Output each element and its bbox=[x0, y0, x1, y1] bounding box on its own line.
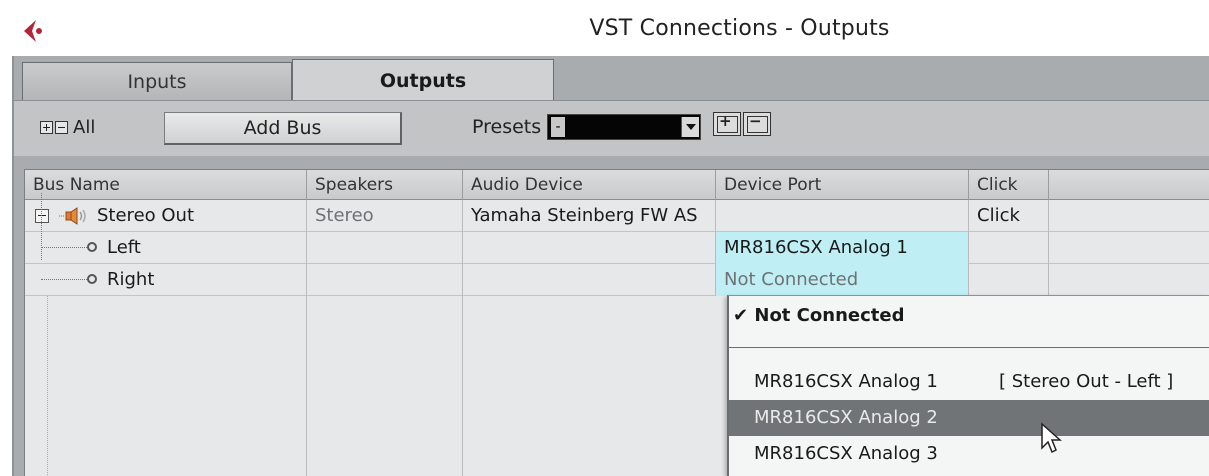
collapse-all-icon[interactable] bbox=[55, 121, 68, 134]
menu-separator bbox=[729, 347, 1209, 348]
table-row[interactable]: Right Not Connected bbox=[25, 264, 1209, 296]
store-preset-icon[interactable] bbox=[713, 112, 741, 136]
click-cell[interactable]: Click bbox=[969, 200, 1049, 232]
checkmark-icon: ✔ bbox=[733, 305, 749, 326]
expand-all-icon[interactable] bbox=[40, 121, 53, 134]
column-speakers[interactable]: Speakers bbox=[307, 170, 463, 200]
speaker-icon bbox=[59, 207, 86, 225]
click-cell bbox=[969, 232, 1049, 264]
device-port-cell-left[interactable]: MR816CSX Analog 1 bbox=[716, 232, 969, 264]
channel-name-cell: Right bbox=[25, 264, 307, 296]
table-row[interactable]: Stereo Out Stereo Yamaha Steinberg FW AS… bbox=[25, 200, 1209, 232]
tab-outputs[interactable]: Outputs bbox=[292, 59, 554, 101]
audio-device-cell bbox=[463, 232, 716, 264]
column-bus-name[interactable]: Bus Name bbox=[25, 170, 307, 200]
bus-name[interactable]: Stereo Out bbox=[97, 200, 194, 231]
audio-device-cell[interactable]: Yamaha Steinberg FW AS bbox=[463, 200, 716, 232]
add-bus-button[interactable]: Add Bus bbox=[164, 112, 402, 145]
menu-item-analog-3[interactable]: MR816CSX Analog 3 bbox=[729, 436, 1209, 472]
table-header: Bus Name Speakers Audio Device Device Po… bbox=[25, 170, 1209, 200]
bus-name-cell: Stereo Out bbox=[25, 200, 307, 232]
channel-pin-icon bbox=[87, 274, 97, 284]
remove-preset-icon[interactable] bbox=[743, 112, 771, 136]
column-audio-device[interactable]: Audio Device bbox=[463, 170, 716, 200]
channel-name-left[interactable]: Left bbox=[107, 232, 141, 263]
menu-item-analog-2[interactable]: MR816CSX Analog 2 bbox=[729, 400, 1209, 436]
table-row[interactable]: Left MR816CSX Analog 1 bbox=[25, 232, 1209, 264]
channel-name-right[interactable]: Right bbox=[107, 264, 154, 295]
presets-value: - bbox=[551, 117, 565, 137]
preset-buttons bbox=[713, 112, 771, 136]
channel-pin-icon bbox=[87, 242, 97, 252]
menu-item-not-connected[interactable]: ✔ Not Connected bbox=[729, 298, 1209, 334]
collapse-tree-icon[interactable] bbox=[35, 209, 49, 223]
tab-strip: Inputs Outputs bbox=[14, 56, 1209, 101]
menu-item-assignment: [ Stereo Out - Left ] bbox=[999, 371, 1174, 392]
title-bar: VST Connections - Outputs bbox=[0, 0, 1209, 56]
column-click[interactable]: Click bbox=[969, 170, 1049, 200]
device-port-cell-right[interactable]: Not Connected bbox=[716, 264, 969, 296]
audio-device-cell bbox=[463, 264, 716, 296]
speakers-cell bbox=[307, 264, 463, 296]
all-label: All bbox=[73, 117, 96, 138]
presets-label: Presets bbox=[472, 116, 542, 138]
presets-dropdown[interactable]: - bbox=[547, 114, 701, 140]
mouse-cursor-icon bbox=[1041, 422, 1062, 454]
tab-inputs[interactable]: Inputs bbox=[22, 62, 292, 100]
column-device-port[interactable]: Device Port bbox=[716, 170, 969, 200]
speakers-cell[interactable]: Stereo bbox=[307, 200, 463, 232]
device-port-cell[interactable] bbox=[716, 200, 969, 232]
tree-connector bbox=[41, 193, 42, 260]
expand-collapse-all bbox=[40, 121, 68, 134]
window-title: VST Connections - Outputs bbox=[589, 16, 890, 41]
speakers-cell bbox=[307, 232, 463, 264]
device-port-menu: ✔ Not Connected MR816CSX Analog 1 [ Ster… bbox=[727, 295, 1209, 476]
menu-item-analog-1[interactable]: MR816CSX Analog 1 [ Stereo Out - Left ] bbox=[729, 364, 1209, 400]
chevron-down-icon[interactable] bbox=[681, 117, 699, 137]
channel-name-cell: Left bbox=[25, 232, 307, 264]
click-cell bbox=[969, 264, 1049, 296]
toolbar: All Add Bus Presets - bbox=[14, 100, 1209, 156]
